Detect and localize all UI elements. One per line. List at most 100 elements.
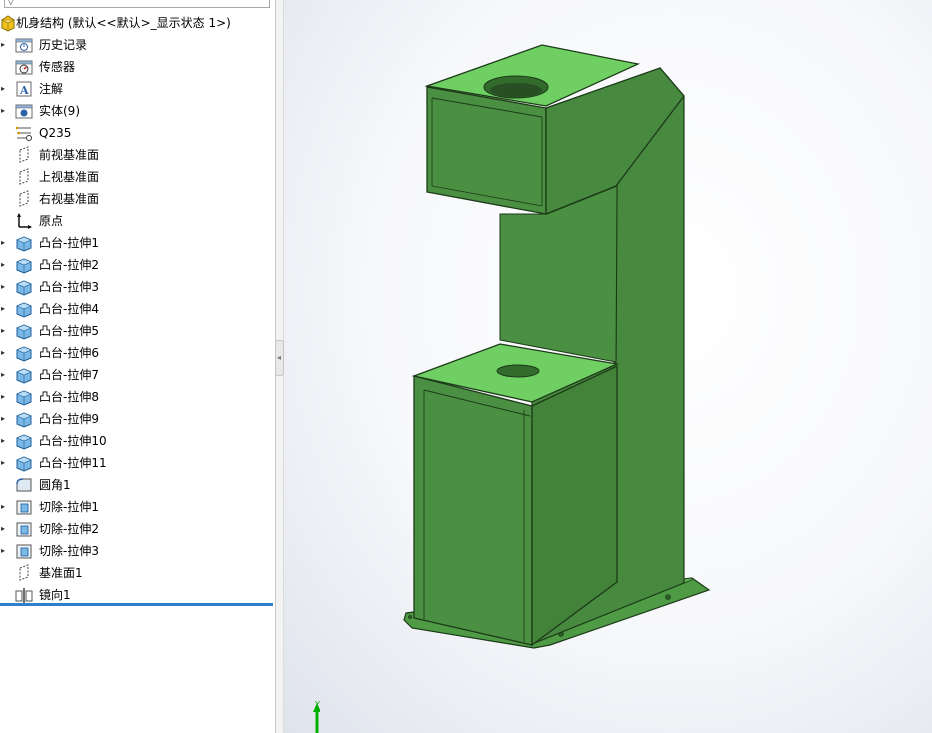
tree-item-label: 历史记录: [39, 38, 88, 52]
cut-extrude-icon: [14, 520, 34, 538]
tree-item[interactable]: ▸ 切除-拉伸3: [0, 540, 275, 562]
tree-item-label: 凸台-拉伸11: [39, 456, 107, 470]
tree-root-part[interactable]: 机身结构 (默认<<默认>_显示状态 1>): [0, 12, 275, 34]
expand-arrow-icon[interactable]: ▸: [0, 430, 6, 452]
tree-item[interactable]: ▸ 凸台-拉伸9: [0, 408, 275, 430]
tree-item[interactable]: ▸ 凸台-拉伸5: [0, 320, 275, 342]
tree-filter-input[interactable]: ▽: [4, 0, 270, 8]
expand-arrow-icon[interactable]: ▸: [0, 540, 6, 562]
tree-item[interactable]: ▸ 凸台-拉伸2: [0, 254, 275, 276]
tree-item-label: 凸台-拉伸4: [39, 302, 99, 316]
tree-item-label: 实体(9): [39, 104, 80, 118]
tree-item-label: 凸台-拉伸9: [39, 412, 99, 426]
plane-icon: [14, 190, 34, 208]
tree-item[interactable]: 上视基准面: [0, 166, 275, 188]
expand-arrow-icon[interactable]: ▸: [0, 408, 6, 430]
plane-icon: [14, 168, 34, 186]
expand-arrow-icon[interactable]: ▸: [0, 34, 6, 56]
mounting-hole: [407, 614, 413, 620]
expand-arrow-icon[interactable]: ▸: [0, 78, 6, 100]
expand-arrow-icon[interactable]: ▸: [0, 320, 6, 342]
origin-icon: [14, 212, 34, 230]
tree-item[interactable]: ▸ 凸台-拉伸11: [0, 452, 275, 474]
lower-box-front: [413, 375, 533, 646]
filter-icon: ▽: [7, 0, 15, 7]
tree-item[interactable]: ▸ 切除-拉伸1: [0, 496, 275, 518]
boss-extrude-icon: [14, 432, 34, 450]
tree-item-label: 圆角1: [39, 478, 71, 492]
tree-item-label: 切除-拉伸3: [39, 544, 99, 558]
boss-extrude-icon: [14, 388, 34, 406]
tree-item-label: 前视基准面: [39, 148, 100, 162]
tree-item-label: 凸台-拉伸2: [39, 258, 99, 272]
model-3d[interactable]: [284, 0, 932, 733]
boss-extrude-icon: [14, 234, 34, 252]
boss-extrude-icon: [14, 256, 34, 274]
tree-item-label: Q235: [39, 126, 72, 140]
expand-arrow-icon[interactable]: ▸: [0, 518, 6, 540]
boss-extrude-icon: [14, 278, 34, 296]
panel-collapse-handle[interactable]: ◂: [275, 340, 284, 376]
tree-item[interactable]: ▸ 凸台-拉伸1: [0, 232, 275, 254]
tree-item[interactable]: ▸ 凸台-拉伸10: [0, 430, 275, 452]
boss-extrude-icon: [14, 322, 34, 340]
tree-item[interactable]: 圆角1: [0, 474, 275, 496]
tree-item[interactable]: ▸ 切除-拉伸2: [0, 518, 275, 540]
tree-item[interactable]: 原点: [0, 210, 275, 232]
tree-item-label: 凸台-拉伸7: [39, 368, 99, 382]
tree-item[interactable]: Q235: [0, 122, 275, 144]
graphics-viewport[interactable]: Y: [284, 0, 932, 733]
expand-arrow-icon[interactable]: ▸: [0, 452, 6, 474]
tree-item[interactable]: ▸ 凸台-拉伸7: [0, 364, 275, 386]
boss-extrude-icon: [14, 344, 34, 362]
lower-hole: [496, 364, 540, 378]
expand-arrow-icon[interactable]: ▸: [0, 386, 6, 408]
solid-bodies-icon: [14, 102, 34, 120]
tree-item[interactable]: ▸ 历史记录: [0, 34, 275, 56]
tree-item[interactable]: ▸ 凸台-拉伸6: [0, 342, 275, 364]
expand-arrow-icon[interactable]: ▸: [0, 364, 6, 386]
annotation-icon: A: [14, 80, 34, 98]
sensor-icon: [14, 58, 34, 76]
tree-item[interactable]: ▸ 实体(9): [0, 100, 275, 122]
expand-arrow-icon[interactable]: ▸: [0, 276, 6, 298]
tree-item-label: 凸台-拉伸5: [39, 324, 99, 338]
tree-item[interactable]: ▸ A 注解: [0, 78, 275, 100]
triad-y-label: Y: [315, 700, 320, 709]
tree-item[interactable]: ▸ 凸台-拉伸4: [0, 298, 275, 320]
tree-item[interactable]: 右视基准面: [0, 188, 275, 210]
cut-extrude-icon: [14, 498, 34, 516]
rollback-bar[interactable]: [0, 603, 273, 606]
tree-item[interactable]: ▸ 凸台-拉伸8: [0, 386, 275, 408]
expand-arrow-icon[interactable]: ▸: [0, 100, 6, 122]
tree-item-label: 切除-拉伸1: [39, 500, 99, 514]
upper-hole-inner: [490, 83, 542, 97]
tree-item[interactable]: 传感器: [0, 56, 275, 78]
material-icon: [14, 124, 34, 142]
cut-extrude-icon: [14, 542, 34, 560]
tree-item-label: 凸台-拉伸3: [39, 280, 99, 294]
feature-manager-tree: ▽ 机身结构 (默认<<默认>_显示状态 1>) ▸ 历史记录 传感器 ▸ A 注解 ▸ 实体(…: [0, 0, 276, 733]
plane-icon: [14, 146, 34, 164]
tree-item-label: 右视基准面: [39, 192, 100, 206]
tree-item-label: 凸台-拉伸1: [39, 236, 99, 250]
boss-extrude-icon: [14, 366, 34, 384]
expand-arrow-icon[interactable]: ▸: [0, 232, 6, 254]
mirror-icon: [14, 586, 34, 604]
tree-item-label: 凸台-拉伸8: [39, 390, 99, 404]
svg-text:A: A: [19, 84, 29, 97]
upper-box-front: [426, 86, 547, 215]
expand-arrow-icon[interactable]: ▸: [0, 254, 6, 276]
tree-item-label: 注解: [39, 82, 64, 96]
rear-spine-face: [499, 185, 618, 363]
history-icon: [14, 36, 34, 54]
expand-arrow-icon[interactable]: ▸: [0, 342, 6, 364]
tree-item-label: 传感器: [39, 60, 76, 74]
tree-item-label: 上视基准面: [39, 170, 100, 184]
tree-item-label: 凸台-拉伸6: [39, 346, 99, 360]
expand-arrow-icon[interactable]: ▸: [0, 496, 6, 518]
tree-item[interactable]: ▸ 凸台-拉伸3: [0, 276, 275, 298]
tree-item[interactable]: 基准面1: [0, 562, 275, 584]
expand-arrow-icon[interactable]: ▸: [0, 298, 6, 320]
tree-item[interactable]: 前视基准面: [0, 144, 275, 166]
